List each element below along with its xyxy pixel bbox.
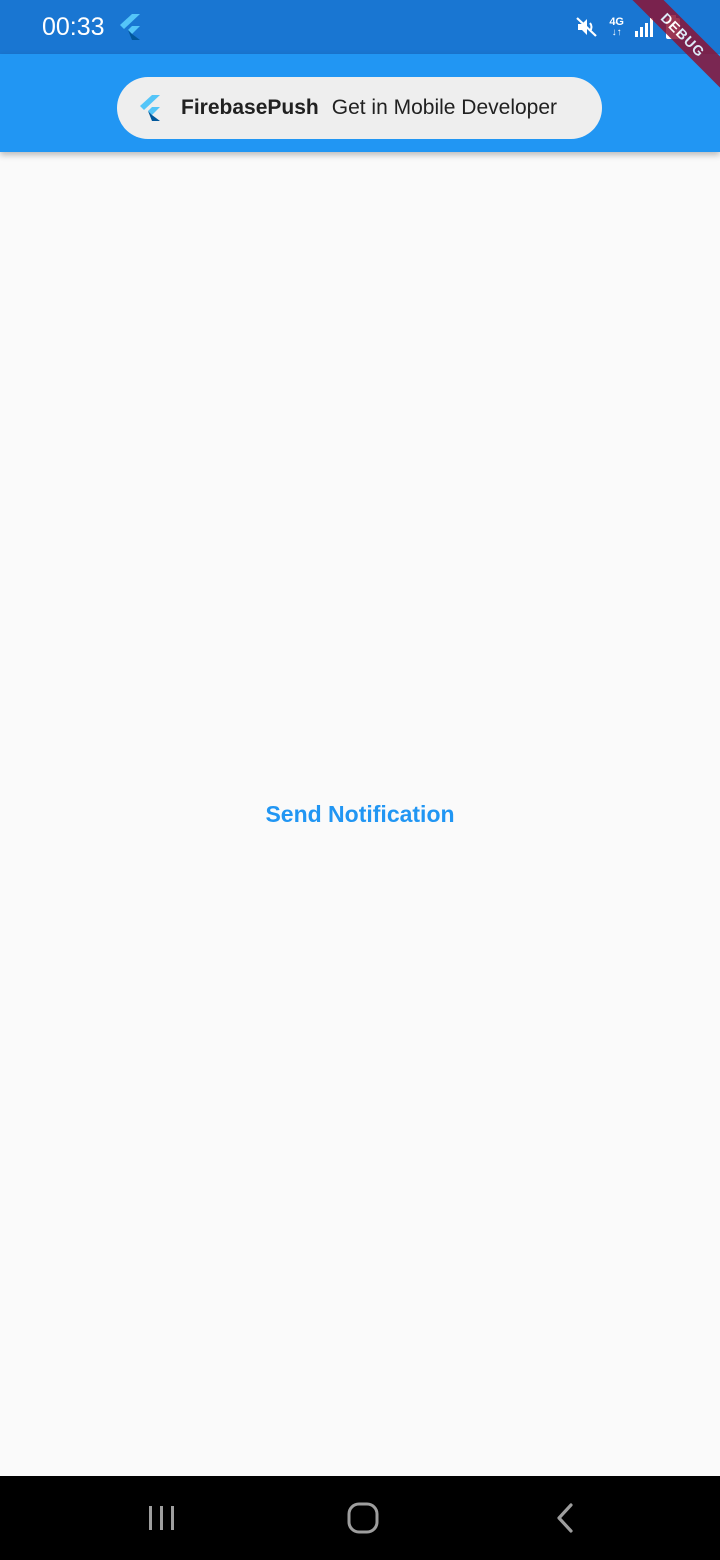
app-bar: FirebasePush Get in Mobile Developer <box>0 54 720 152</box>
navigation-bar <box>0 1476 720 1560</box>
main-content: Send Notification <box>0 152 720 1476</box>
network-4g-icon: 4G ↓↑ <box>609 15 624 38</box>
back-button[interactable] <box>535 1498 595 1538</box>
send-notification-button[interactable]: Send Notification <box>240 789 480 839</box>
mute-icon <box>576 17 598 37</box>
flutter-icon <box>120 14 140 40</box>
flutter-logo-icon <box>140 95 160 121</box>
app-title-tagline: Get in Mobile Developer <box>331 96 558 119</box>
home-button[interactable] <box>333 1498 393 1538</box>
network-4g-label: 4G <box>609 15 624 28</box>
recent-apps-icon <box>149 1506 174 1530</box>
back-icon <box>557 1503 573 1533</box>
app-title-name: FirebasePush <box>181 96 319 119</box>
app-title-pill: FirebasePush Get in Mobile Developer <box>117 77 602 139</box>
status-time: 00:33 <box>42 13 105 41</box>
recent-apps-button[interactable] <box>132 1498 192 1538</box>
home-icon <box>347 1502 379 1534</box>
status-bar: 00:33 4G ↓↑ <box>0 0 720 54</box>
